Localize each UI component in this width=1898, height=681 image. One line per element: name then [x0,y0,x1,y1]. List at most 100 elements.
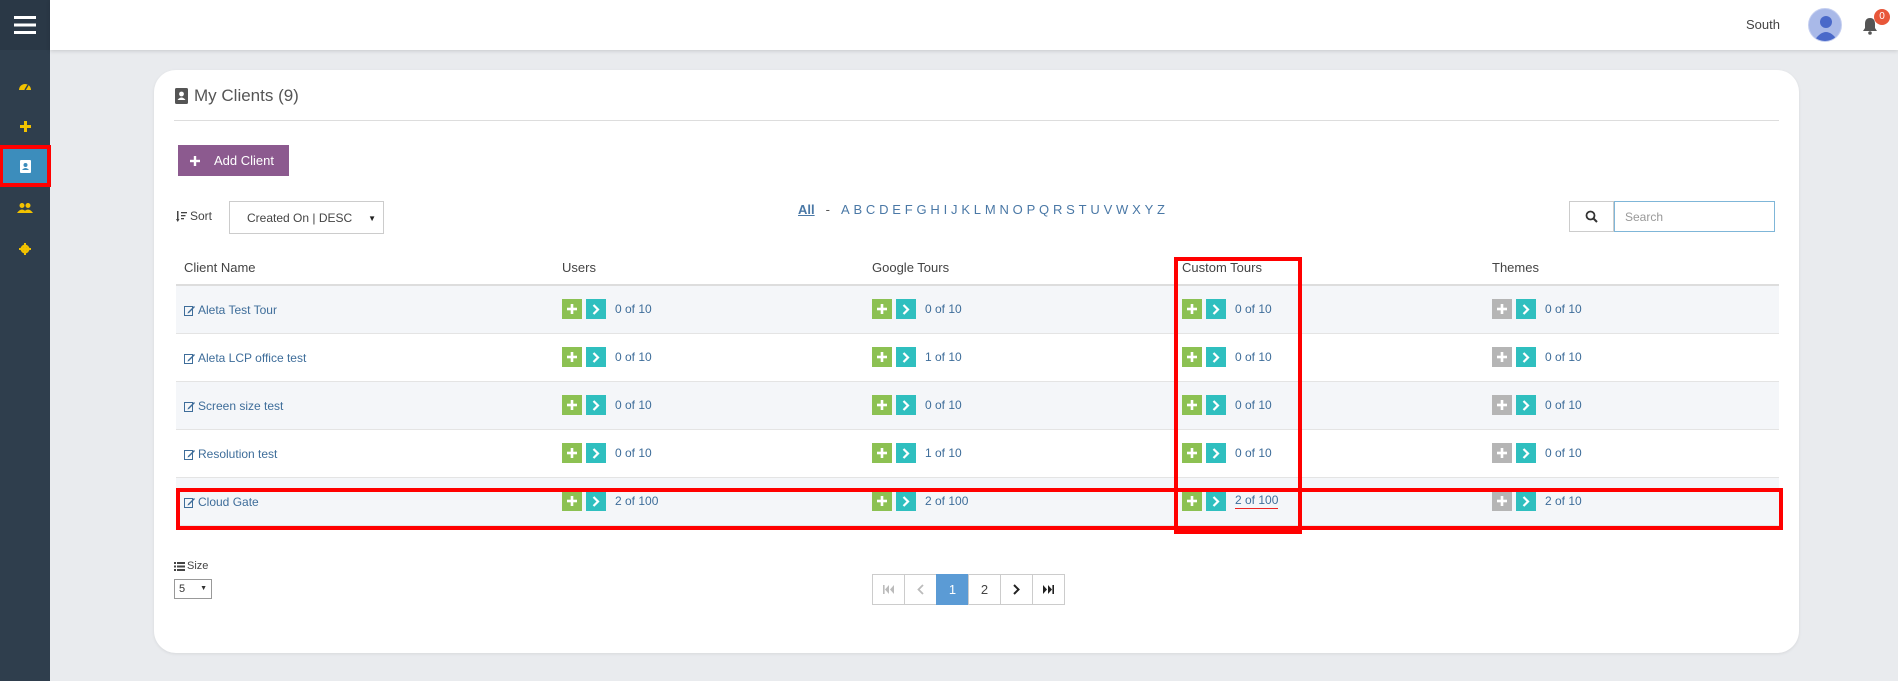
google-tours-count[interactable]: 1 of 10 [925,350,962,364]
caret-down-icon: ▼ [368,214,376,223]
edit-icon [184,305,195,316]
alpha-filter-a[interactable]: A [841,202,850,217]
alpha-filter-t[interactable]: T [1079,202,1087,217]
add-themes-button[interactable] [1492,443,1512,463]
alpha-filter-q[interactable]: Q [1039,202,1049,217]
alpha-filter-o[interactable]: O [1013,202,1023,217]
view-users-button[interactable] [586,443,606,463]
users-cell: 0 of 10 [562,299,652,319]
themes-count[interactable]: 0 of 10 [1545,446,1582,460]
view-users-button[interactable] [586,395,606,415]
sidebar-item-dashboard[interactable] [0,66,50,106]
sidebar-item-users[interactable] [0,188,50,228]
notification-badge: 0 [1874,9,1890,25]
add-client-button[interactable]: Add Client [178,145,289,176]
alpha-filter-m[interactable]: M [985,202,996,217]
add-users-button[interactable] [562,443,582,463]
alpha-filter-b[interactable]: B [853,202,862,217]
client-name-link[interactable]: Resolution test [184,447,277,461]
alpha-filter-f[interactable]: F [905,202,913,217]
alpha-filter-k[interactable]: K [961,202,970,217]
alpha-filter-p[interactable]: P [1027,202,1036,217]
prev-page-button[interactable] [904,574,937,605]
alpha-filter-i[interactable]: I [944,202,948,217]
themes-count[interactable]: 0 of 10 [1545,302,1582,316]
view-google-tours-button[interactable] [896,395,916,415]
themes-count[interactable]: 0 of 10 [1545,350,1582,364]
users-count[interactable]: 0 of 10 [615,446,652,460]
add-users-button[interactable] [562,347,582,367]
alpha-filter-u[interactable]: U [1090,202,1099,217]
add-users-button[interactable] [562,299,582,319]
alpha-filter-h[interactable]: H [930,202,939,217]
search-icon [1585,210,1598,223]
alpha-filter-r[interactable]: R [1053,202,1062,217]
page-title: My Clients (9) [174,86,299,106]
add-users-button[interactable] [562,395,582,415]
users-count[interactable]: 0 of 10 [615,350,652,364]
alpha-filter-y[interactable]: Y [1145,202,1154,217]
header-users[interactable]: Users [562,260,596,275]
next-page-button[interactable] [1000,574,1033,605]
themes-cell: 0 of 10 [1492,443,1582,463]
add-themes-button[interactable] [1492,395,1512,415]
client-name-link[interactable]: Aleta Test Tour [184,303,277,317]
view-google-tours-button[interactable] [896,299,916,319]
add-themes-button[interactable] [1492,299,1512,319]
alpha-filter-z[interactable]: Z [1157,202,1165,217]
sidebar-item-clients[interactable] [0,145,51,187]
table-header: Client Name Users Google Tours Custom To… [176,250,1779,286]
google-tours-count[interactable]: 1 of 10 [925,446,962,460]
search-button[interactable] [1569,201,1614,232]
alpha-filter-v[interactable]: V [1104,202,1113,217]
alpha-filter-n[interactable]: N [999,202,1008,217]
themes-count[interactable]: 0 of 10 [1545,398,1582,412]
size-select[interactable]: 5 ▼ [174,579,212,599]
alpha-filter-x[interactable]: X [1132,202,1141,217]
sidebar-item-add[interactable] [0,106,50,146]
view-google-tours-button[interactable] [896,347,916,367]
alpha-filter-d[interactable]: D [879,202,888,217]
alpha-filter-j[interactable]: J [951,202,958,217]
page-button-2[interactable]: 2 [968,574,1001,605]
add-themes-button[interactable] [1492,347,1512,367]
view-google-tours-button[interactable] [896,443,916,463]
sort-select[interactable]: Created On | DESC ▼ [229,201,384,234]
page-button-1[interactable]: 1 [936,574,969,605]
alpha-filter-all[interactable]: All [798,202,815,217]
client-name-link[interactable]: Aleta LCP office test [184,351,306,365]
view-themes-button[interactable] [1516,443,1536,463]
add-google-tours-button[interactable] [872,395,892,415]
view-users-button[interactable] [586,299,606,319]
view-themes-button[interactable] [1516,395,1536,415]
first-page-button[interactable] [872,574,905,605]
menu-toggle-button[interactable] [0,0,50,50]
alpha-filter-l[interactable]: L [974,202,981,217]
users-count[interactable]: 0 of 10 [615,302,652,316]
alpha-filter-w[interactable]: W [1116,202,1128,217]
last-page-button[interactable] [1032,574,1065,605]
add-google-tours-button[interactable] [872,443,892,463]
add-google-tours-button[interactable] [872,299,892,319]
header-themes[interactable]: Themes [1492,260,1539,275]
user-name[interactable]: South [1746,17,1780,32]
alpha-filter-s[interactable]: S [1066,202,1075,217]
google-tours-count[interactable]: 0 of 10 [925,398,962,412]
google-tours-cell: 0 of 10 [872,299,962,319]
add-google-tours-button[interactable] [872,347,892,367]
client-name-link[interactable]: Screen size test [184,399,283,413]
view-themes-button[interactable] [1516,347,1536,367]
alpha-filter-g[interactable]: G [917,202,927,217]
view-themes-button[interactable] [1516,299,1536,319]
google-tours-count[interactable]: 0 of 10 [925,302,962,316]
clients-table: Client Name Users Google Tours Custom To… [176,250,1779,526]
users-count[interactable]: 0 of 10 [615,398,652,412]
header-client-name[interactable]: Client Name [184,260,256,275]
search-input[interactable] [1614,201,1775,232]
view-users-button[interactable] [586,347,606,367]
alpha-filter-e[interactable]: E [892,202,901,217]
sidebar-item-settings[interactable] [0,229,50,269]
header-google-tours[interactable]: Google Tours [872,260,949,275]
avatar[interactable] [1808,8,1842,42]
alpha-filter-c[interactable]: C [866,202,875,217]
